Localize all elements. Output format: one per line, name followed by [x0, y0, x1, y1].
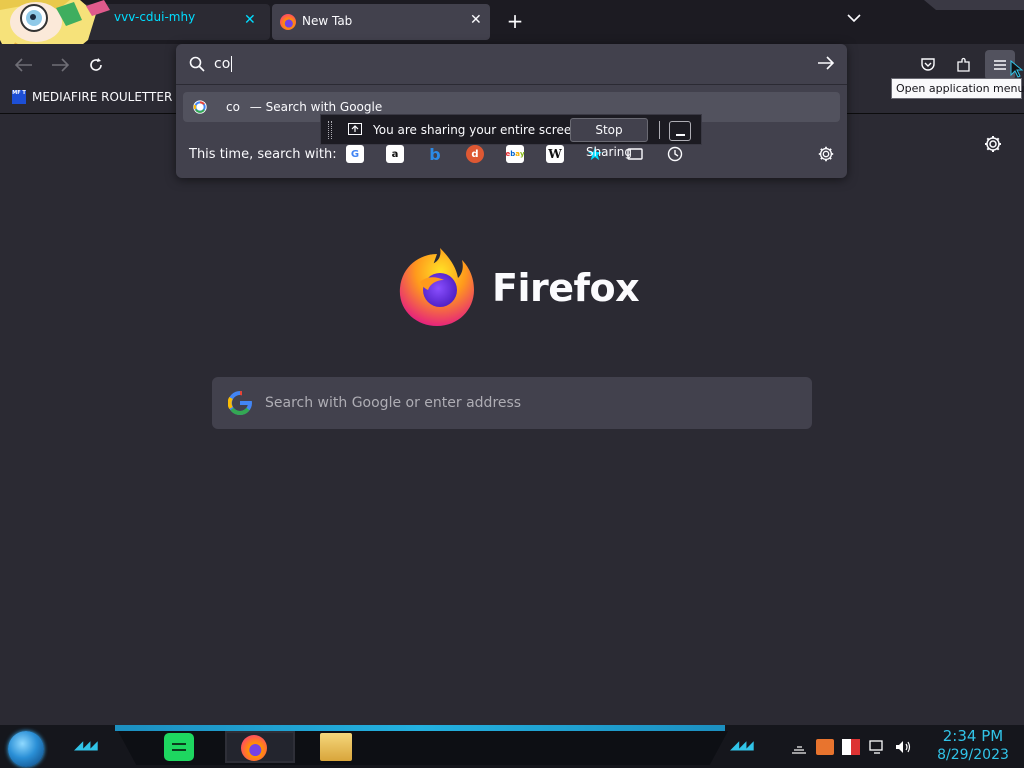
forward-button[interactable]	[48, 53, 72, 77]
puzzle-icon	[957, 57, 970, 72]
wikipedia-icon[interactable]: W	[546, 145, 564, 163]
firefox-icon	[280, 14, 296, 30]
newtab-search-input[interactable]: Search with Google or enter address	[212, 377, 812, 429]
google-icon[interactable]: G	[346, 145, 364, 163]
ebay-icon[interactable]: ebay	[505, 145, 525, 163]
oneoff-label: This time, search with:	[189, 147, 337, 162]
search-placeholder: Search with Google or enter address	[265, 395, 522, 411]
gear-icon[interactable]	[817, 145, 835, 167]
tab-new-tab[interactable]: New Tab ✕	[272, 4, 490, 40]
hamburger-icon	[994, 60, 1006, 70]
google-icon	[227, 391, 252, 419]
tab-title: New Tab	[302, 14, 353, 28]
volume-icon[interactable]	[894, 739, 912, 755]
extensions-button[interactable]	[952, 53, 976, 77]
suggestion-suffix: — Search with Google	[249, 100, 383, 114]
close-icon[interactable]: ✕	[470, 12, 482, 28]
start-button[interactable]	[8, 731, 44, 767]
screen-sharing-indicator: You are sharing your entire screen. Stop…	[320, 114, 702, 159]
tab-title: vvv-cdui-mhy	[114, 10, 196, 24]
suggestion-query: co	[226, 100, 240, 114]
pocket-icon	[921, 58, 935, 71]
bing-icon[interactable]: b	[426, 145, 444, 164]
divider	[659, 121, 660, 139]
chevron-decoration: ◢◢◢	[74, 738, 98, 752]
google-icon	[192, 99, 208, 119]
drag-handle[interactable]	[328, 121, 332, 139]
taskbar-center	[118, 731, 728, 765]
firefox-logo-icon	[396, 246, 478, 328]
url-bar-popup: co co — Search with Google This time, se…	[176, 44, 847, 178]
mouse-cursor-icon	[1010, 60, 1024, 78]
firefox-taskbar-button[interactable]	[225, 731, 295, 763]
bookmark-mediafire[interactable]: MF T MEDIAFIRE ROULETTER	[12, 90, 172, 104]
app-tray-icon[interactable]	[816, 739, 834, 755]
clock-time[interactable]: 2:34 PM	[928, 727, 1018, 745]
reload-button[interactable]	[84, 53, 108, 77]
flag-icon[interactable]	[842, 739, 860, 755]
new-tab-button[interactable]: +	[504, 11, 526, 33]
pocket-button[interactable]	[916, 53, 940, 77]
search-icon	[189, 56, 205, 76]
close-icon[interactable]: ✕	[244, 12, 256, 28]
chevron-down-icon[interactable]	[843, 11, 865, 33]
firefox-icon	[241, 735, 267, 761]
reload-icon	[90, 58, 102, 71]
minimize-button[interactable]	[669, 121, 691, 141]
history-icon[interactable]	[666, 145, 684, 163]
back-button[interactable]	[12, 53, 36, 77]
firefox-wordmark: Firefox	[492, 266, 640, 310]
monitor-icon[interactable]	[868, 739, 886, 755]
duckduckgo-icon[interactable]: d	[466, 145, 484, 163]
amazon-icon[interactable]: a	[386, 145, 404, 163]
mediafire-icon: MF T	[12, 90, 26, 104]
file-explorer-icon[interactable]	[320, 733, 352, 761]
tab-strip: vvv-cdui-mhy ✕ New Tab ✕ +	[0, 0, 1024, 44]
screen-share-icon	[348, 123, 362, 135]
taskbar-accent-bar	[115, 725, 725, 731]
divider	[176, 84, 847, 85]
window-decoration	[924, 0, 1024, 10]
clock-date[interactable]: 8/29/2023	[928, 747, 1018, 763]
arrow-right-icon	[52, 58, 69, 72]
arrow-right-icon[interactable]	[817, 55, 835, 75]
tooltip: Open application menu	[891, 78, 1024, 99]
system-tray	[790, 736, 912, 758]
stop-sharing-button[interactable]: Stop Sharing	[570, 118, 648, 159]
bookmark-label: MEDIAFIRE ROULETTER	[32, 90, 173, 104]
network-icon[interactable]	[790, 739, 808, 755]
gear-icon[interactable]	[983, 134, 1003, 154]
spotify-icon[interactable]	[164, 733, 194, 761]
url-input[interactable]: co	[214, 56, 232, 72]
sharing-message: You are sharing your entire screen.	[373, 123, 583, 137]
arrow-left-icon	[15, 58, 32, 72]
chevron-decoration: ◢◢◢	[730, 738, 754, 752]
